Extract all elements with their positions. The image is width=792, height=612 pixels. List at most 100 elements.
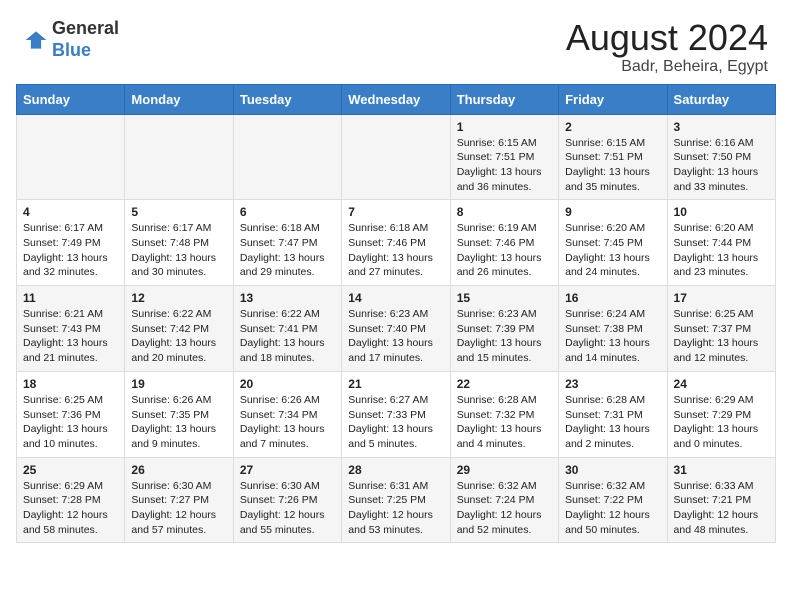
day-number: 16 <box>565 291 660 305</box>
day-info: Daylight: 13 hours and 33 minutes. <box>674 165 769 194</box>
day-info: Sunset: 7:26 PM <box>240 493 335 508</box>
day-info: Sunrise: 6:31 AM <box>348 479 443 494</box>
day-info: Sunset: 7:28 PM <box>23 493 118 508</box>
day-info: Daylight: 13 hours and 23 minutes. <box>674 251 769 280</box>
day-info: Sunrise: 6:23 AM <box>348 307 443 322</box>
day-info: Sunrise: 6:20 AM <box>565 221 660 236</box>
day-info: Sunset: 7:46 PM <box>457 236 552 251</box>
day-info: Daylight: 12 hours and 53 minutes. <box>348 508 443 537</box>
day-cell: 8Sunrise: 6:19 AMSunset: 7:46 PMDaylight… <box>450 200 558 286</box>
day-number: 3 <box>674 120 769 134</box>
main-title: August 2024 <box>566 18 768 58</box>
day-cell: 22Sunrise: 6:28 AMSunset: 7:32 PMDayligh… <box>450 371 558 457</box>
day-info: Sunset: 7:50 PM <box>674 150 769 165</box>
week-row-1: 1Sunrise: 6:15 AMSunset: 7:51 PMDaylight… <box>17 114 776 200</box>
day-cell: 10Sunrise: 6:20 AMSunset: 7:44 PMDayligh… <box>667 200 775 286</box>
day-number: 21 <box>348 377 443 391</box>
day-cell: 20Sunrise: 6:26 AMSunset: 7:34 PMDayligh… <box>233 371 341 457</box>
day-number: 27 <box>240 463 335 477</box>
week-row-4: 18Sunrise: 6:25 AMSunset: 7:36 PMDayligh… <box>17 371 776 457</box>
day-info: Sunset: 7:35 PM <box>131 408 226 423</box>
day-info: Daylight: 12 hours and 58 minutes. <box>23 508 118 537</box>
day-info: Daylight: 13 hours and 27 minutes. <box>348 251 443 280</box>
day-info: Sunset: 7:47 PM <box>240 236 335 251</box>
day-info: Daylight: 13 hours and 29 minutes. <box>240 251 335 280</box>
day-number: 28 <box>348 463 443 477</box>
day-info: Daylight: 13 hours and 30 minutes. <box>131 251 226 280</box>
day-info: Daylight: 13 hours and 10 minutes. <box>23 422 118 451</box>
header-cell-thursday: Thursday <box>450 84 558 114</box>
day-number: 15 <box>457 291 552 305</box>
day-cell: 12Sunrise: 6:22 AMSunset: 7:42 PMDayligh… <box>125 286 233 372</box>
day-info: Sunrise: 6:29 AM <box>23 479 118 494</box>
day-cell: 19Sunrise: 6:26 AMSunset: 7:35 PMDayligh… <box>125 371 233 457</box>
day-cell: 24Sunrise: 6:29 AMSunset: 7:29 PMDayligh… <box>667 371 775 457</box>
week-row-3: 11 Sunrise: 6:21 AMSunset: 7:43 PM Dayligh… <box>17 286 776 372</box>
day-number: 23 <box>565 377 660 391</box>
day-number: 14 <box>348 291 443 305</box>
day-info: Sunrise: 6:21 AM <box>23 307 118 322</box>
day-number: 11 <box>23 291 118 305</box>
day-info: Daylight: 13 hours and 20 minutes. <box>131 336 226 365</box>
day-cell: 27Sunrise: 6:30 AMSunset: 7:26 PMDayligh… <box>233 457 341 543</box>
day-info: Sunrise: 6:28 AM <box>457 393 552 408</box>
day-number: 25 <box>23 463 118 477</box>
day-cell: 2Sunrise: 6:15 AMSunset: 7:51 PMDaylight… <box>559 114 667 200</box>
day-number: 8 <box>457 205 552 219</box>
day-info: Sunrise: 6:17 AM <box>131 221 226 236</box>
day-info: Sunrise: 6:33 AM <box>674 479 769 494</box>
header-cell-friday: Friday <box>559 84 667 114</box>
day-cell: 25 Sunrise: 6:29 AMSunset: 7:28 PMDayligh… <box>17 457 125 543</box>
day-info: Sunset: 7:49 PM <box>23 236 118 251</box>
day-info: Sunrise: 6:26 AM <box>240 393 335 408</box>
week-row-5: 25Sunrise: 6:29 AMSunset: 7:28 PMDayligh… <box>17 457 776 543</box>
day-number: 7 <box>348 205 443 219</box>
day-info: Sunset: 7:40 PM <box>348 322 443 337</box>
day-info: Daylight: 13 hours and 18 minutes. <box>240 336 335 365</box>
header-cell-saturday: Saturday <box>667 84 775 114</box>
day-info: Sunset: 7:48 PM <box>131 236 226 251</box>
day-cell <box>17 114 125 200</box>
day-number: 1 <box>457 120 552 134</box>
day-info: Daylight: 13 hours and 2 minutes. <box>565 422 660 451</box>
day-number: 31 <box>674 463 769 477</box>
day-info: Sunrise: 6:22 AM <box>131 307 226 322</box>
day-cell: 21Sunrise: 6:27 AMSunset: 7:33 PMDayligh… <box>342 371 450 457</box>
day-number: 10 <box>674 205 769 219</box>
day-cell: 16Sunrise: 6:24 AMSunset: 7:38 PMDayligh… <box>559 286 667 372</box>
day-info: Daylight: 13 hours and 9 minutes. <box>131 422 226 451</box>
logo: General Blue <box>24 18 119 61</box>
day-info: Sunrise: 6:15 AM <box>457 136 552 151</box>
header-cell-tuesday: Tuesday <box>233 84 341 114</box>
day-info: Sunset: 7:21 PM <box>674 493 769 508</box>
day-info: Sunset: 7:42 PM <box>131 322 226 337</box>
day-info: Daylight: 13 hours and 32 minutes. <box>23 251 118 280</box>
day-number: 5 <box>131 205 226 219</box>
day-info: Sunrise: 6:23 AM <box>457 307 552 322</box>
title-block: August 2024 Badr, Beheira, Egypt <box>566 18 768 76</box>
day-info: Sunset: 7:41 PM <box>240 322 335 337</box>
day-info: Sunset: 7:22 PM <box>565 493 660 508</box>
day-info: Sunrise: 6:18 AM <box>240 221 335 236</box>
day-info: Daylight: 13 hours and 7 minutes. <box>240 422 335 451</box>
day-cell: 6Sunrise: 6:18 AMSunset: 7:47 PMDaylight… <box>233 200 341 286</box>
day-cell: 1Sunrise: 6:15 AMSunset: 7:51 PMDaylight… <box>450 114 558 200</box>
day-number: 22 <box>457 377 552 391</box>
day-info: Sunrise: 6:25 AM <box>23 393 118 408</box>
day-number: 9 <box>565 205 660 219</box>
day-cell: 26Sunrise: 6:30 AMSunset: 7:27 PMDayligh… <box>125 457 233 543</box>
day-info: Sunset: 7:43 PM <box>23 322 118 337</box>
day-cell: 31Sunrise: 6:33 AMSunset: 7:21 PMDayligh… <box>667 457 775 543</box>
day-info: Sunrise: 6:32 AM <box>565 479 660 494</box>
day-info: Sunset: 7:37 PM <box>674 322 769 337</box>
day-cell: 23Sunrise: 6:28 AMSunset: 7:31 PMDayligh… <box>559 371 667 457</box>
day-number: 24 <box>674 377 769 391</box>
day-info: Sunset: 7:44 PM <box>674 236 769 251</box>
day-cell: 29Sunrise: 6:32 AMSunset: 7:24 PMDayligh… <box>450 457 558 543</box>
day-info: Sunrise: 6:24 AM <box>565 307 660 322</box>
day-info: Sunset: 7:46 PM <box>348 236 443 251</box>
day-info: Daylight: 12 hours and 50 minutes. <box>565 508 660 537</box>
day-cell: 13Sunrise: 6:22 AMSunset: 7:41 PMDayligh… <box>233 286 341 372</box>
day-cell: 17Sunrise: 6:25 AMSunset: 7:37 PMDayligh… <box>667 286 775 372</box>
day-info: Sunrise: 6:29 AM <box>674 393 769 408</box>
